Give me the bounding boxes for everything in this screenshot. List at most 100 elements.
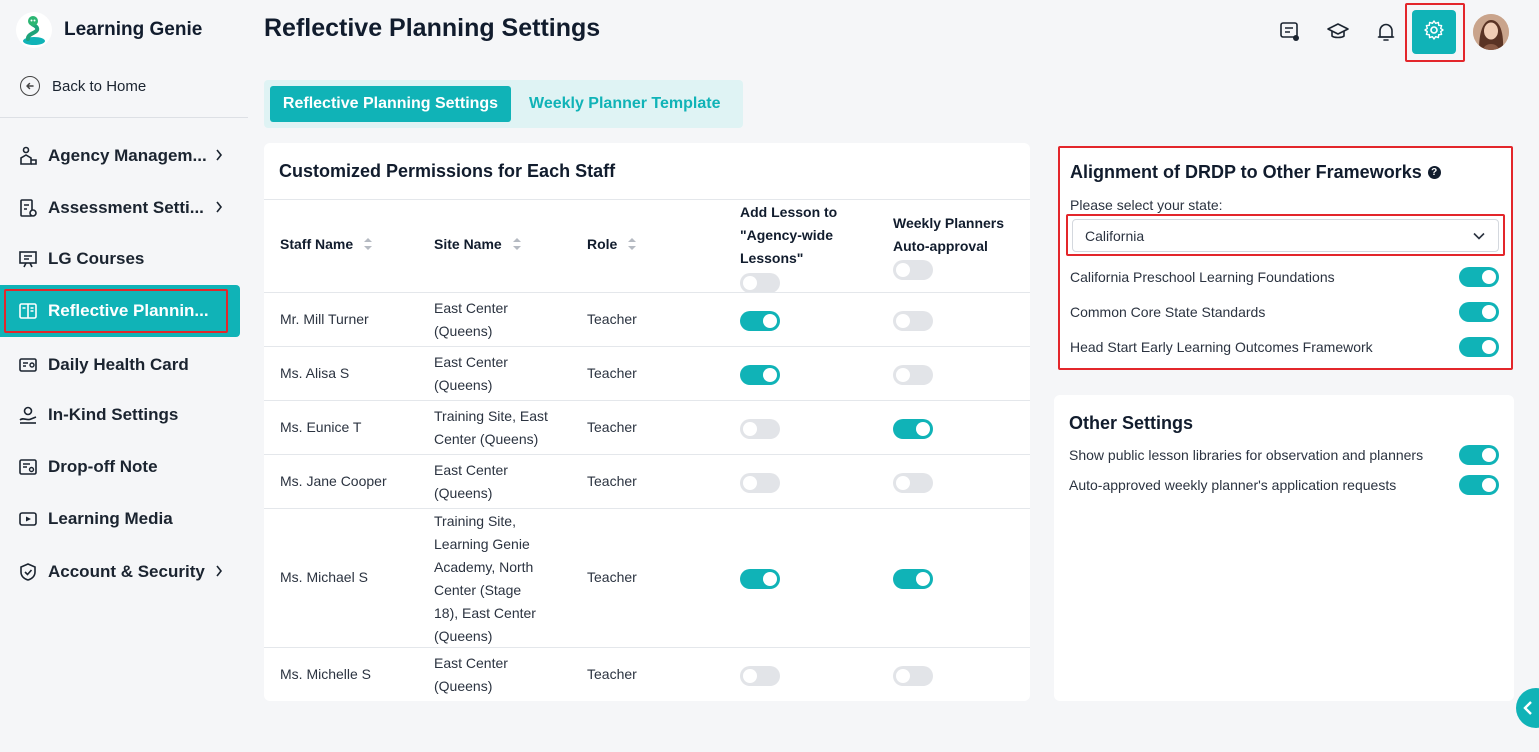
column-header-line: "Agency-wide [740, 227, 833, 243]
site-line: (Queens) [434, 485, 493, 501]
site-line: (Queens) [434, 678, 493, 694]
chevron-left-icon [1523, 701, 1532, 715]
row-divider [264, 454, 1030, 455]
in-kind-icon [18, 405, 38, 425]
sidebar-item-label: Learning Media [48, 509, 173, 528]
role: Teacher [587, 419, 637, 435]
learning-genie-logo-icon [16, 12, 52, 48]
column-header-role[interactable]: Role [587, 236, 637, 254]
sort-icon [363, 237, 373, 254]
column-header-line: Auto-approval [893, 238, 988, 254]
help-icon[interactable]: ? [1427, 166, 1441, 179]
site-line: Training Site, East [434, 408, 548, 424]
sidebar-item-lg-courses[interactable]: LG Courses [0, 237, 240, 281]
sidebar-item-reflective-planning[interactable]: Reflective Plannin... [0, 285, 240, 337]
site-line: (Queens) [434, 377, 493, 393]
add-lesson-toggle[interactable] [740, 666, 780, 686]
row-divider [264, 647, 1030, 648]
staff-name: Ms. Jane Cooper [280, 473, 387, 489]
framework-toggle-ccss[interactable] [1459, 302, 1499, 322]
agency-icon [18, 146, 38, 166]
framework-toggle-head-start[interactable] [1459, 337, 1499, 357]
site-line: 18), East Center [434, 605, 536, 621]
setting-label: Show public lesson libraries for observa… [1069, 447, 1424, 463]
role: Teacher [587, 365, 637, 381]
sidebar-item-drop-off-note[interactable]: Drop-off Note [0, 445, 240, 489]
staff-name: Ms. Michael S [280, 569, 368, 585]
column-header-staff-name[interactable]: Staff Name [280, 236, 373, 254]
feedback-icon[interactable] [1274, 16, 1306, 48]
back-to-home-link[interactable]: Back to Home [20, 74, 146, 98]
add-lesson-all-toggle[interactable] [740, 273, 780, 293]
add-lesson-toggle[interactable] [740, 365, 780, 385]
auto-approval-toggle[interactable] [893, 365, 933, 385]
row-divider [264, 346, 1030, 347]
sidebar-item-label: Drop-off Note [48, 457, 158, 476]
sidebar-item-label: In-Kind Settings [48, 405, 179, 424]
site-line: Academy, North [434, 559, 534, 575]
chevron-down-icon [1472, 229, 1486, 246]
brand[interactable]: Learning Genie [16, 12, 202, 48]
settings-button[interactable] [1412, 10, 1456, 54]
sidebar-item-account-security[interactable]: Account & Security [0, 550, 240, 594]
shield-icon [18, 562, 38, 582]
sidebar-item-label: Daily Health Card [48, 355, 189, 374]
column-header-label: Role [587, 236, 618, 252]
auto-approval-toggle[interactable] [893, 419, 933, 439]
column-header-label: Site Name [434, 236, 502, 252]
auto-approved-requests-toggle[interactable] [1459, 475, 1499, 495]
auto-approval-toggle[interactable] [893, 473, 933, 493]
site-line: East Center [434, 655, 508, 671]
state-select-value: California [1085, 227, 1145, 244]
health-card-icon [18, 355, 38, 375]
other-settings-title: Other Settings [1069, 413, 1194, 433]
sidebar-item-daily-health-card[interactable]: Daily Health Card [0, 343, 240, 387]
sidebar-item-assessment-settings[interactable]: Assessment Setti... [0, 186, 240, 230]
avatar[interactable] [1473, 14, 1509, 50]
auto-approval-all-toggle[interactable] [893, 260, 933, 280]
sidebar-item-learning-media[interactable]: Learning Media [0, 497, 240, 541]
column-header-line: Weekly Planners [893, 215, 1005, 231]
staff-name: Ms. Michelle S [280, 666, 372, 682]
add-lesson-toggle[interactable] [740, 419, 780, 439]
sidebar-item-label: Account & Security [48, 562, 205, 581]
settings-tabs: Reflective Planning Settings Weekly Plan… [264, 80, 743, 128]
state-select[interactable]: California [1072, 219, 1499, 252]
sidebar-item-in-kind-settings[interactable]: In-Kind Settings [0, 393, 240, 437]
tab-weekly-planner-template[interactable]: Weekly Planner Template [529, 86, 720, 122]
role: Teacher [587, 311, 637, 327]
public-lesson-libraries-toggle[interactable] [1459, 445, 1499, 465]
row-divider [264, 508, 1030, 509]
chevron-right-icon [214, 563, 224, 584]
framework-toggle-cplf[interactable] [1459, 267, 1499, 287]
column-header-site-name[interactable]: Site Name [434, 236, 522, 254]
assessment-icon [18, 198, 38, 218]
auto-approval-toggle[interactable] [893, 666, 933, 686]
other-settings-card: Other Settings Show public lesson librar… [1054, 395, 1514, 701]
back-to-home-label: Back to Home [52, 77, 147, 95]
auto-approval-toggle[interactable] [893, 569, 933, 589]
divider [264, 199, 1030, 200]
staff-name: Mr. Mill Turner [280, 311, 369, 327]
staff-name: Ms. Eunice T [280, 419, 362, 435]
sidebar-item-agency-management[interactable]: Agency Managem... [0, 134, 240, 178]
column-header-line: Add Lesson to [740, 204, 838, 220]
graduation-cap-icon[interactable] [1322, 16, 1354, 48]
framework-label: Head Start Early Learning Outcomes Frame… [1070, 339, 1373, 355]
row-divider [264, 400, 1030, 401]
state-label: Please select your state: [1070, 197, 1223, 213]
add-lesson-toggle[interactable] [740, 473, 780, 493]
alignment-card: Alignment of DRDP to Other Frameworks ? … [1058, 146, 1513, 370]
collapse-panel-button[interactable] [1516, 688, 1539, 728]
site-name: East Center (Queens) [434, 351, 508, 397]
column-header-add-lesson: Add Lesson to "Agency-wide Lessons" [740, 201, 837, 270]
tab-reflective-planning-settings[interactable]: Reflective Planning Settings [270, 86, 511, 122]
add-lesson-toggle[interactable] [740, 569, 780, 589]
add-lesson-toggle[interactable] [740, 311, 780, 331]
alignment-title-text: Alignment of DRDP to Other Frameworks [1070, 162, 1422, 182]
chevron-right-icon [214, 199, 224, 220]
bell-icon[interactable] [1370, 16, 1402, 48]
sidebar: Learning Genie Back to Home Agency Manag… [0, 0, 248, 752]
site-line: Center (Queens) [434, 431, 539, 447]
auto-approval-toggle[interactable] [893, 311, 933, 331]
